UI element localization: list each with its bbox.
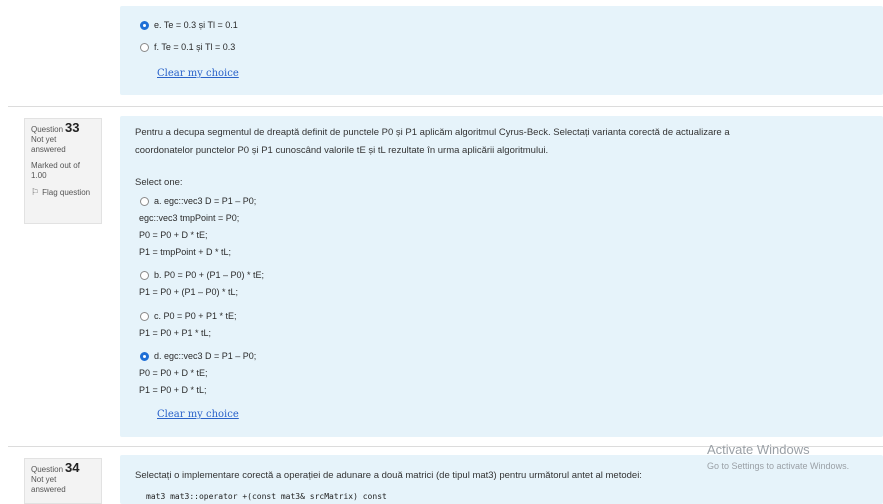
option-d-line-3: P1 = P0 + D * tL; bbox=[139, 385, 207, 395]
option-e-radio[interactable] bbox=[140, 21, 149, 30]
option-a-line-1[interactable]: a. egc::vec3 D = P1 – P0; bbox=[154, 193, 256, 210]
select-one-label: Select one: bbox=[135, 177, 183, 188]
question-label: Question bbox=[31, 465, 64, 474]
previous-question-panel: e. Te = 0.3 și Tl = 0.1 f. Te = 0.1 și T… bbox=[120, 6, 883, 95]
option-b-line-2: P1 = P0 + (P1 – P0) * tL; bbox=[139, 287, 239, 297]
question-info-box: Question 34 Not yet answered bbox=[24, 458, 102, 504]
question-text: Selectați o implementare corectă a opera… bbox=[135, 470, 642, 481]
option-a-line-3: P0 = P0 + D * tE; bbox=[139, 230, 208, 240]
option-e-label[interactable]: e. Te = 0.3 și Tl = 0.1 bbox=[154, 17, 238, 34]
flag-question-label: Flag question bbox=[42, 188, 91, 197]
activation-watermark-subtitle: Go to Settings to activate Windows. bbox=[707, 461, 850, 471]
code-snippet: mat3 mat3::operator +(const mat3& srcMat… bbox=[146, 492, 387, 501]
question-divider bbox=[8, 106, 883, 107]
question-33-panel: Pentru a decupa segmentul de dreaptă def… bbox=[120, 116, 883, 437]
question-number: 34 bbox=[65, 460, 80, 475]
question-number: 33 bbox=[65, 120, 80, 135]
option-a-line-2: egc::vec3 tmpPoint = P0; bbox=[139, 213, 240, 223]
option-f-label[interactable]: f. Te = 0.1 și Tl = 0.3 bbox=[154, 39, 235, 56]
question-label: Question bbox=[31, 125, 64, 134]
option-f-radio[interactable] bbox=[140, 43, 149, 52]
marked-line-2: 1.00 bbox=[31, 171, 47, 180]
status-line-1: Not yet bbox=[31, 135, 57, 144]
clear-choice-link[interactable]: Clear my choice bbox=[157, 409, 239, 420]
clear-choice-link[interactable]: Clear my choice bbox=[157, 68, 239, 79]
marked-line-1: Marked out of bbox=[31, 161, 80, 170]
option-d-line-2: P0 = P0 + D * tE; bbox=[139, 368, 208, 378]
status-line-2: answered bbox=[31, 485, 66, 494]
option-b-line-1[interactable]: b. P0 = P0 + (P1 – P0) * tE; bbox=[154, 267, 264, 284]
flag-icon: ⚐ bbox=[31, 187, 40, 197]
option-a-line-4: P1 = tmpPoint + D * tL; bbox=[139, 247, 232, 257]
flag-question-button[interactable]: ⚐ Flag question bbox=[31, 187, 95, 198]
option-c-line-1[interactable]: c. P0 = P0 + P1 * tE; bbox=[154, 308, 237, 325]
status-line-2: answered bbox=[31, 145, 66, 154]
option-b-radio[interactable] bbox=[140, 271, 149, 280]
option-c-line-2: P1 = P0 + P1 * tL; bbox=[139, 328, 212, 338]
option-d-radio[interactable] bbox=[140, 352, 149, 361]
question-info-box: Question 33 Not yet answered Marked out o… bbox=[24, 118, 102, 224]
question-text-line-2: coordonatelor punctelor P0 și P1 cunoscâ… bbox=[135, 145, 549, 156]
option-a-radio[interactable] bbox=[140, 197, 149, 206]
option-d-line-1[interactable]: d. egc::vec3 D = P1 – P0; bbox=[154, 348, 256, 365]
activation-watermark-title: Activate Windows bbox=[707, 442, 810, 457]
question-text-line-1: Pentru a decupa segmentul de dreaptă def… bbox=[135, 127, 730, 138]
option-c-radio[interactable] bbox=[140, 312, 149, 321]
status-line-1: Not yet bbox=[31, 475, 57, 484]
